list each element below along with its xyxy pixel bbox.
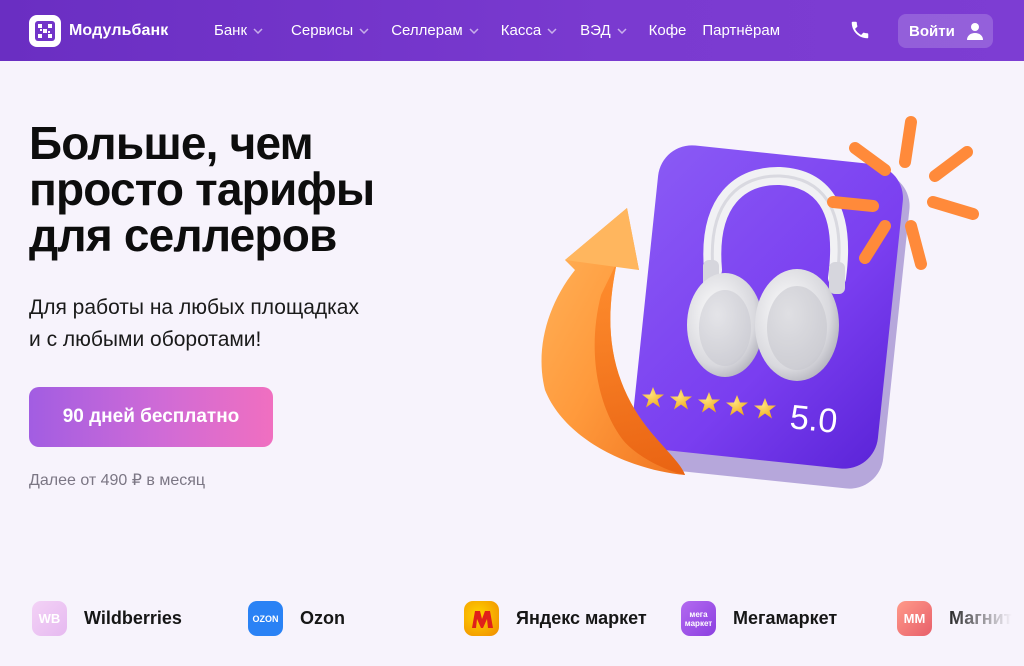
phone-icon[interactable]: [849, 19, 871, 46]
marketplace-magnit[interactable]: ММ Магнит: [897, 601, 1012, 636]
nav-item-label: Банк: [214, 22, 248, 39]
hero-title-line: для селлеров: [29, 209, 337, 261]
marketplace-wildberries[interactable]: WB Wildberries: [32, 601, 182, 636]
marketplace-name: Яндекс маркет: [516, 608, 647, 628]
marketplace-ozon[interactable]: OZON Ozon: [248, 601, 345, 636]
nav-item-ved[interactable]: ВЭД: [580, 22, 627, 39]
magnit-logo-icon: ММ: [897, 601, 932, 636]
nav-item-kassa[interactable]: Касса: [501, 22, 557, 39]
login-button-label: Войти: [909, 22, 955, 40]
marketplace-name: Магнит: [949, 608, 1013, 628]
nav-item-sellers[interactable]: Селлерам: [391, 22, 479, 39]
hero-title: Больше, чем просто тарифы для селлеров: [29, 120, 459, 258]
megamarket-logo-icon: мега маркет: [681, 601, 716, 636]
marketplaces-strip: WB Wildberries OZON Ozon Яндекс маркет м…: [0, 596, 1024, 646]
marketplace-badge: OZON: [252, 613, 279, 624]
hero-title-line: Больше, чем: [29, 117, 314, 169]
chevron-down-icon: [469, 27, 479, 34]
marketplace-name: Ozon: [300, 608, 345, 628]
nav-item-services[interactable]: Сервисы: [291, 22, 369, 39]
user-icon: [965, 21, 985, 41]
wildberries-logo-icon: WB: [32, 601, 67, 636]
marketplace-badge: ММ: [903, 610, 926, 626]
nav-item-label: Партнёрам: [702, 22, 781, 39]
chevron-down-icon: [359, 27, 369, 34]
modulbank-logo-icon: [29, 15, 61, 47]
nav-item-label: Кофе: [648, 22, 687, 39]
nav-item-label: ВЭД: [580, 22, 611, 39]
chevron-down-icon: [617, 27, 627, 34]
hero-subtitle-line: и с любыми оборотами!: [29, 328, 262, 351]
brand-logo-link[interactable]: Модульбанк: [29, 15, 168, 47]
brand-name: Модульбанк: [69, 22, 169, 39]
nav-item-partners[interactable]: Партнёрам: [702, 22, 780, 39]
top-navigation-bar: Модульбанк Банк Сервисы Селлерам Касса В…: [0, 0, 1024, 61]
hero-subtitle-line: Для работы на любых площадках: [29, 296, 359, 319]
marketplace-name: Мегамаркет: [733, 608, 838, 628]
marketplace-yandex[interactable]: Яндекс маркет: [464, 601, 647, 636]
ozon-logo-icon: OZON: [248, 601, 283, 636]
marketplace-badge: мега маркет: [684, 609, 713, 628]
main-nav: Банк Сервисы Селлерам Касса ВЭД Кофе Пар…: [214, 0, 780, 61]
login-button[interactable]: Войти: [898, 14, 993, 48]
price-note: Далее от 490 ₽ в месяц: [29, 472, 206, 489]
hero-title-line: просто тарифы: [29, 163, 375, 215]
rating-value: 5.0: [788, 398, 839, 441]
nav-item-coffee[interactable]: Кофе: [649, 22, 687, 39]
nav-item-label: Касса: [500, 22, 542, 39]
hero-subtitle: Для работы на любых площадках и с любыми…: [29, 292, 429, 356]
marketplace-megamarket[interactable]: мега маркет Мегамаркет: [681, 601, 837, 636]
marketplace-name: Wildberries: [84, 608, 182, 628]
nav-item-label: Сервисы: [291, 22, 354, 39]
chevron-down-icon: [547, 27, 557, 34]
yandex-market-logo-icon: [464, 601, 499, 636]
free-trial-button[interactable]: 90 дней бесплатно: [29, 387, 273, 447]
nav-item-label: Селлерам: [391, 22, 463, 39]
nav-item-bank[interactable]: Банк: [214, 22, 263, 39]
hero-illustration: 5.0: [535, 110, 995, 490]
marketplace-badge: WB: [38, 610, 61, 626]
chevron-down-icon: [253, 27, 263, 34]
